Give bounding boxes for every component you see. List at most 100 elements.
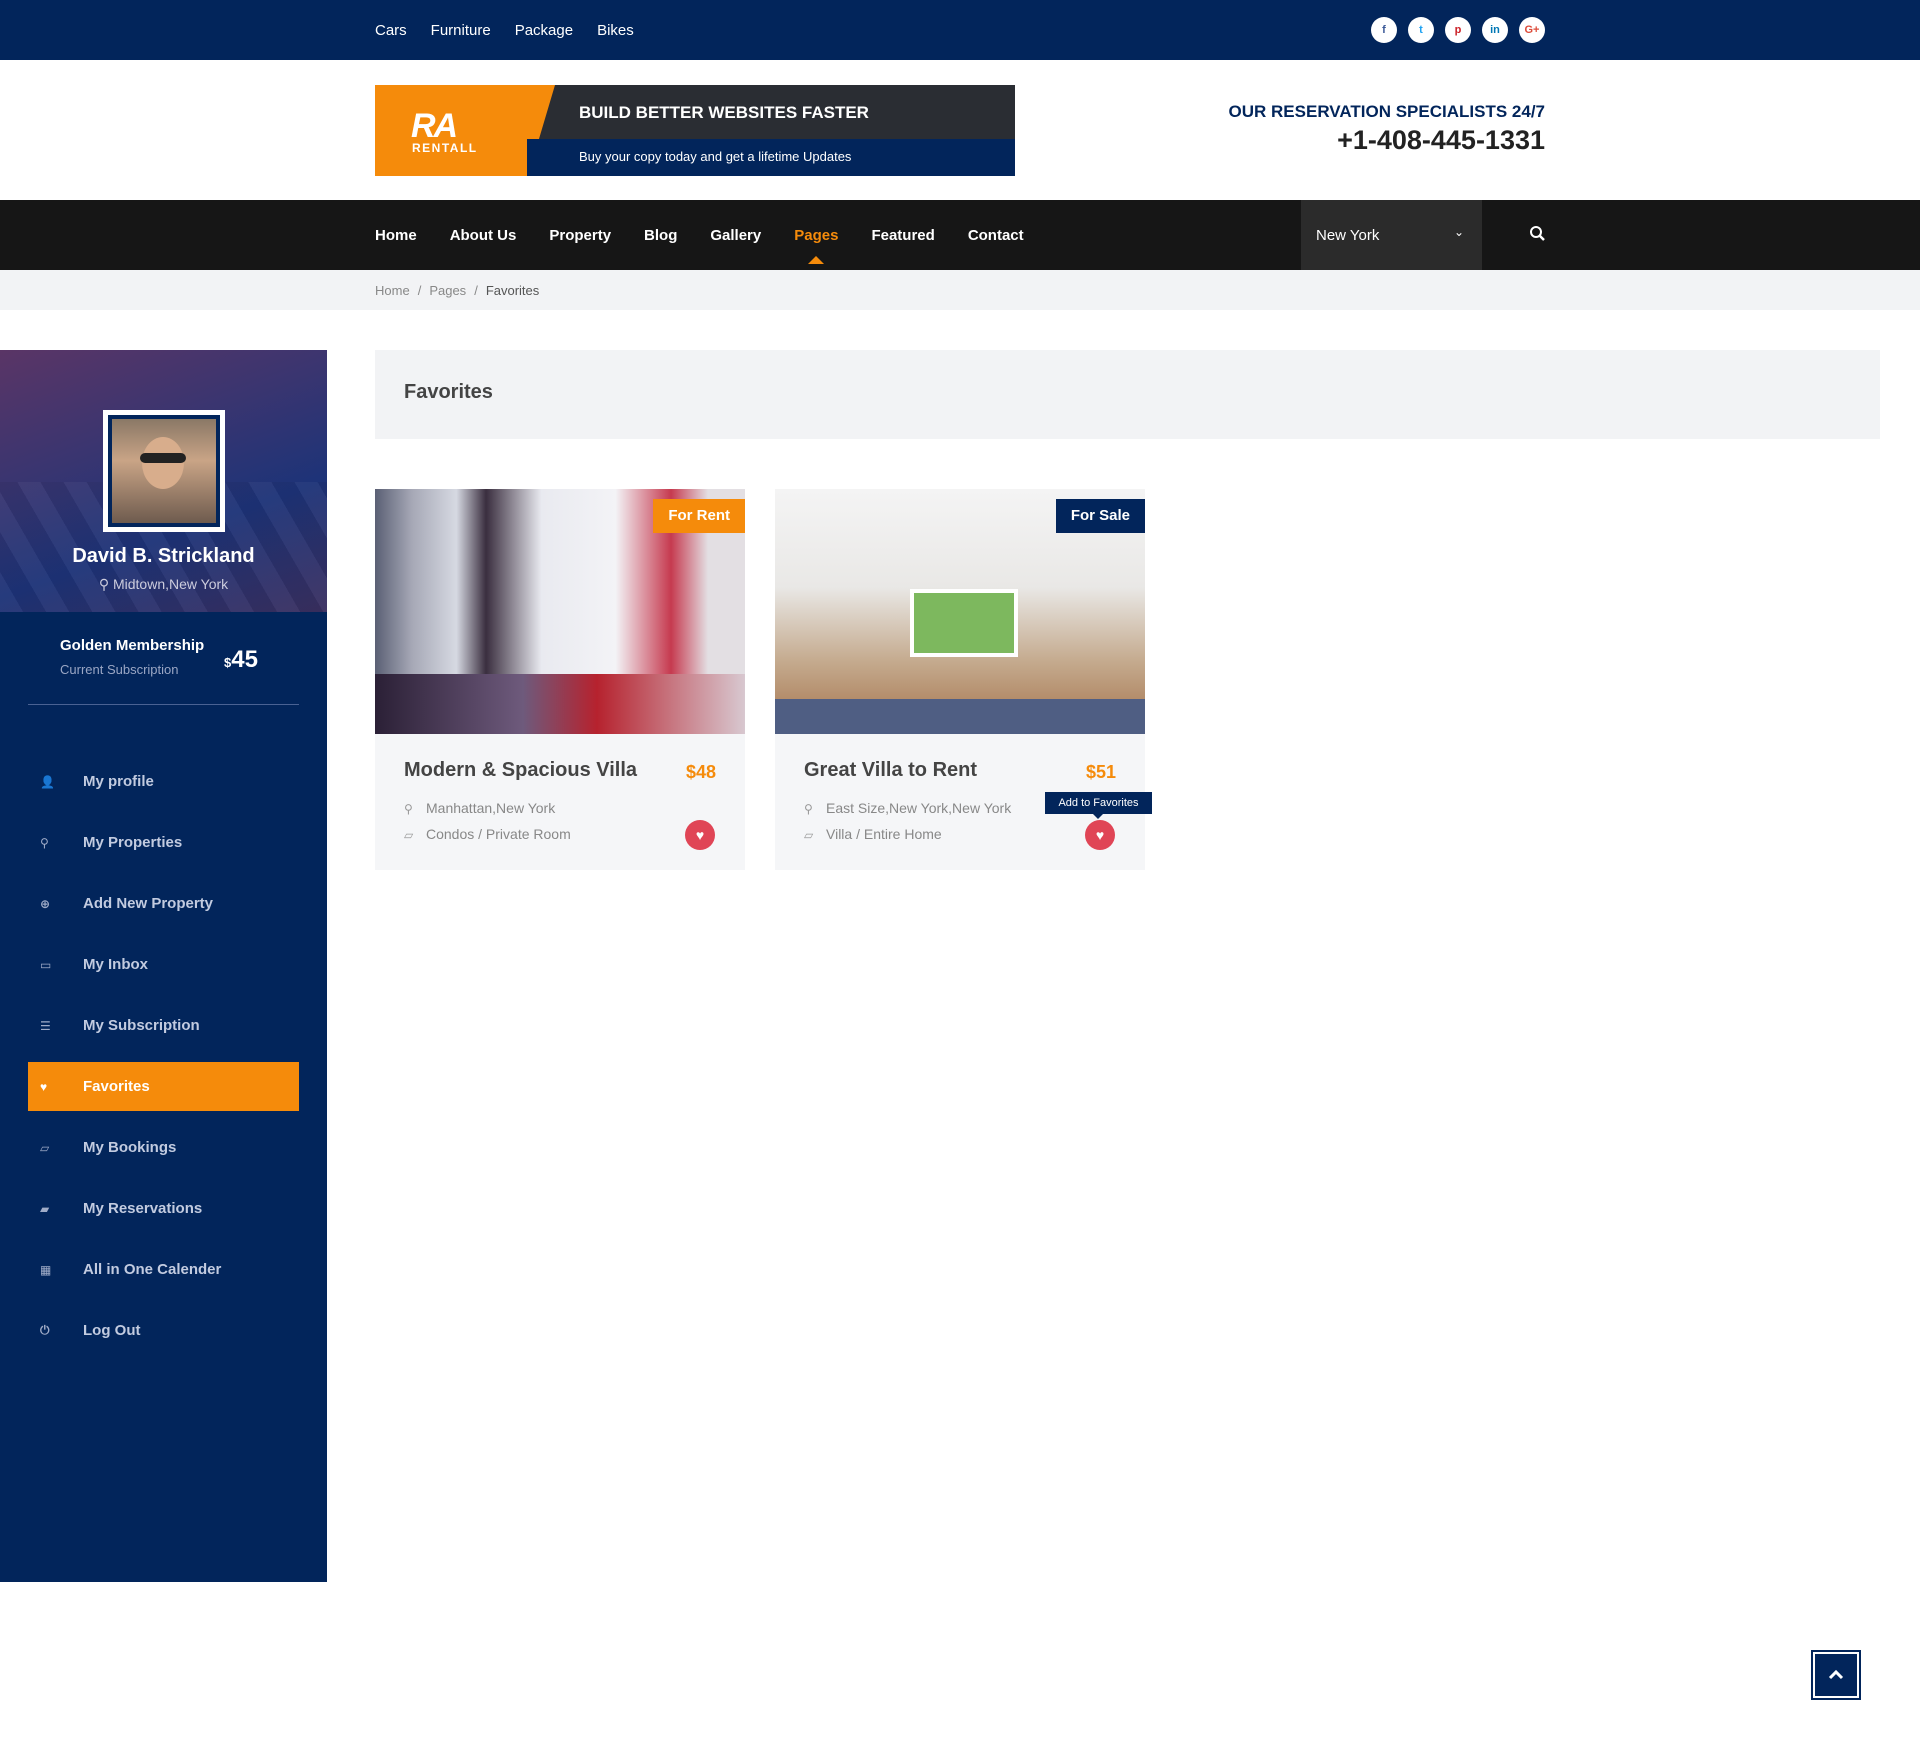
sidebar-item-label: Add New Property (83, 895, 214, 912)
property-title[interactable]: Modern & Spacious Villa (404, 759, 637, 782)
property-price: $48 (685, 762, 716, 782)
property-location-text: Manhattan,New York (426, 800, 556, 816)
profile-header: David B. Strickland ⚲ Midtown,New York (0, 350, 327, 612)
property-card[interactable]: For Rent Modern & Spacious Villa $48 ⚲ Ma… (375, 489, 745, 870)
power-icon: ⏻ (40, 1323, 50, 1337)
contact-phone[interactable]: +1-408-445-1331 (1229, 125, 1545, 156)
sidebar-item-my-inbox[interactable]: ▭ My Inbox (28, 940, 299, 989)
map-pin-icon: ⚲ (40, 835, 49, 850)
google-plus-icon[interactable]: G+ (1519, 17, 1545, 43)
user-icon: 👤 (40, 774, 55, 789)
breadcrumb: Home / Pages / Favorites (375, 270, 539, 310)
page-title: Favorites (404, 381, 493, 403)
nav-item-about-us[interactable]: About Us (450, 227, 517, 244)
facebook-icon[interactable]: f (1371, 17, 1397, 43)
sidebar-item-label: My profile (83, 773, 154, 790)
map-pin-icon: ⚲ (804, 802, 813, 816)
sidebar-menu: 👤 My profile ⚲ My Properties ⊕ Add New Prop… (28, 757, 299, 1367)
folder-icon: ▱ (804, 828, 814, 842)
breadcrumb-bar: Home / Pages / Favorites (0, 270, 1920, 310)
list-icon: ☰ (40, 1018, 51, 1033)
category-link-cars[interactable]: Cars (375, 22, 407, 39)
sidebar-item-my-reservations[interactable]: ▰ My Reservations (28, 1184, 299, 1233)
nav-item-home[interactable]: Home (375, 227, 417, 244)
favorite-heart-icon[interactable]: ♥ (1085, 820, 1115, 850)
banner-headline: BUILD BETTER WEBSITES FASTER (579, 103, 869, 122)
sidebar-item-label: My Reservations (83, 1200, 203, 1217)
folder-icon: ▰ (40, 1201, 50, 1216)
back-to-top-button[interactable] (1811, 1650, 1861, 1700)
sidebar-item-label: My Subscription (83, 1017, 200, 1034)
breadcrumb-pages[interactable]: Pages (429, 283, 466, 298)
folder-icon: ▱ (404, 828, 414, 842)
sidebar-item-calendar[interactable]: ▦ All in One Calender (28, 1245, 299, 1294)
category-link-furniture[interactable]: Furniture (431, 22, 491, 39)
favorite-tooltip: Add to Favorites (1045, 792, 1152, 819)
twitter-icon[interactable]: t (1408, 17, 1434, 43)
nav-item-featured[interactable]: Featured (871, 227, 934, 244)
subscription-label: Current Subscription (60, 662, 179, 677)
sidebar-item-label: Log Out (83, 1322, 141, 1339)
property-location: ⚲ Manhattan,New York (404, 800, 555, 816)
user-location: ⚲ Midtown,New York (0, 576, 327, 593)
sidebar-item-label: My Bookings (83, 1139, 177, 1156)
promo-banner[interactable]: RA RENTALL BUILD BETTER WEBSITES FASTER … (375, 85, 1015, 176)
property-location: ⚲ East Size,New York,New York (804, 800, 1011, 816)
property-category: ▱ Condos / Private Room (404, 826, 571, 842)
sidebar-item-my-subscription[interactable]: ☰ My Subscription (28, 1001, 299, 1050)
breadcrumb-home[interactable]: Home (375, 283, 410, 298)
membership-price: $45 (224, 646, 258, 674)
nav-item-property[interactable]: Property (549, 227, 611, 244)
linkedin-icon[interactable]: in (1482, 17, 1508, 43)
property-category: ▱ Villa / Entire Home (804, 826, 942, 842)
sidebar-item-my-profile[interactable]: 👤 My profile (28, 757, 299, 806)
status-badge: For Rent (653, 499, 745, 533)
avatar[interactable] (103, 410, 225, 532)
folder-open-icon: ▱ (40, 1140, 50, 1155)
sidebar-item-label: All in One Calender (83, 1261, 222, 1278)
heart-icon: ♥ (40, 1079, 48, 1094)
dashboard-sidebar: David B. Strickland ⚲ Midtown,New York G… (0, 350, 327, 1582)
breadcrumb-separator: / (417, 282, 422, 298)
contact-block: OUR RESERVATION SPECIALISTS 24/7 +1-408-… (1229, 102, 1545, 156)
inbox-icon: ▭ (40, 957, 52, 972)
membership-price-value: 45 (231, 646, 258, 673)
chevron-down-icon: ⌄ (1453, 225, 1464, 239)
user-location-text: Midtown,New York (112, 576, 229, 592)
nav-menu: Home About Us Property Blog Gallery Page… (375, 200, 1024, 270)
city-select[interactable]: New York ⌄ (1301, 200, 1482, 270)
status-badge: For Sale (1055, 499, 1145, 533)
pinterest-icon[interactable]: p (1445, 17, 1471, 43)
property-price: $51 (1085, 762, 1116, 782)
nav-item-blog[interactable]: Blog (644, 227, 677, 244)
main-nav: Home About Us Property Blog Gallery Page… (0, 200, 1920, 270)
sidebar-item-my-bookings[interactable]: ▱ My Bookings (28, 1123, 299, 1172)
breadcrumb-separator: / (474, 282, 478, 298)
nav-item-contact[interactable]: Contact (968, 227, 1024, 244)
sidebar-item-favorites[interactable]: ♥ Favorites (28, 1062, 299, 1111)
top-bar: Cars Furniture Package Bikes f t p in G+ (0, 0, 1920, 60)
banner-subtext: Buy your copy today and get a lifetime U… (579, 149, 852, 164)
map-pin-icon: ⚲ (404, 802, 413, 816)
contact-label: OUR RESERVATION SPECIALISTS 24/7 (1228, 102, 1545, 121)
category-links: Cars Furniture Package Bikes (375, 0, 634, 60)
favorite-heart-icon[interactable]: ♥ (685, 820, 715, 850)
social-links: f t p in G+ (1371, 17, 1545, 43)
map-pin-icon: ⚲ (98, 576, 110, 592)
nav-item-pages[interactable]: Pages (794, 227, 838, 264)
category-link-bikes[interactable]: Bikes (597, 22, 634, 39)
chevron-up-icon (1815, 1654, 1857, 1696)
category-link-package[interactable]: Package (515, 22, 573, 39)
property-title[interactable]: Great Villa to Rent (804, 759, 977, 782)
membership-name: Golden Membership (60, 637, 205, 654)
sidebar-item-label: Favorites (83, 1078, 150, 1095)
plus-circle-icon: ⊕ (40, 896, 51, 911)
sidebar-item-my-properties[interactable]: ⚲ My Properties (28, 818, 299, 867)
logo-text: RENTALL (412, 141, 478, 155)
sidebar-item-add-new-property[interactable]: ⊕ Add New Property (28, 879, 299, 928)
search-icon[interactable] (1526, 222, 1550, 246)
sidebar-item-log-out[interactable]: ⏻ Log Out (28, 1306, 299, 1355)
property-location-text: East Size,New York,New York (826, 800, 1012, 816)
avatar-photo (112, 419, 216, 523)
nav-item-gallery[interactable]: Gallery (710, 227, 761, 244)
